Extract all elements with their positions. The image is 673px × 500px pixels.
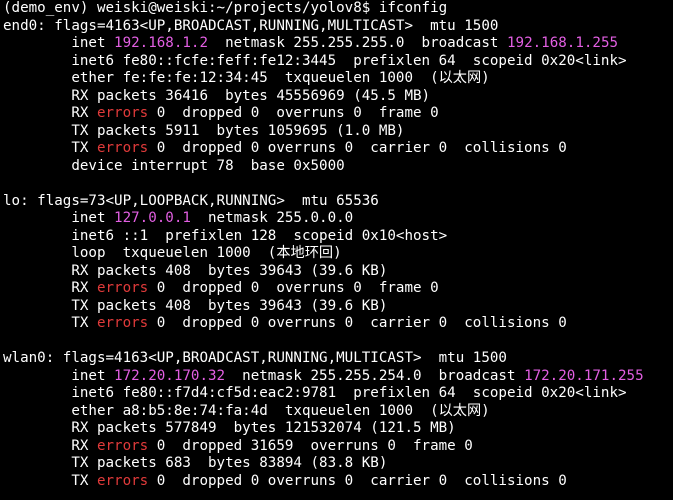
terminal-text: loop txqueuelen 1000 (本地环回)	[3, 245, 342, 261]
terminal-line: RX errors 0 dropped 0 overruns 0 frame 0	[3, 280, 673, 298]
terminal-text: netmask 255.255.254.0 broadcast	[225, 367, 525, 384]
ip-address-text: 172.20.170.32	[114, 367, 226, 384]
terminal-text: inet6 fe80::f7d4:cf5d:eac2:9781 prefixle…	[3, 385, 627, 401]
terminal-text: netmask 255.0.0.0	[190, 210, 354, 226]
terminal-text: (demo_env) weiski@weiski:~/projects/yolo…	[3, 0, 448, 16]
terminal-line: ether fe:fe:fe:12:34:45 txqueuelen 1000 …	[3, 70, 673, 88]
terminal-line: RX packets 36416 bytes 45556969 (45.5 MB…	[3, 88, 673, 106]
terminal-line: device interrupt 78 base 0x5000	[3, 158, 673, 176]
terminal-text: lo: flags=73<UP,LOOPBACK,RUNNING> mtu 65…	[3, 192, 379, 209]
terminal-text: TX packets 5911 bytes 1059695 (1.0 MB)	[3, 122, 405, 139]
terminal-text: inet6 ::1 prefixlen 128 scopeid 0x10<hos…	[3, 227, 448, 244]
terminal-output[interactable]: (demo_env) weiski@weiski:~/projects/yolo…	[0, 0, 673, 500]
errors-keyword-text: errors	[96, 105, 149, 121]
terminal-text: RX packets 577849 bytes 121532074 (121.5…	[3, 420, 456, 436]
terminal-text: wlan0: flags=4163<UP,BROADCAST,RUNNING,M…	[3, 350, 507, 366]
terminal-text: RX packets 408 bytes 39643 (39.6 KB)	[3, 262, 388, 279]
terminal-text: RX	[3, 105, 97, 121]
terminal-text: end0: flags=4163<UP,BROADCAST,RUNNING,MU…	[3, 17, 499, 34]
terminal-text: TX	[3, 140, 97, 156]
terminal-text: netmask 255.255.255.0 broadcast	[208, 35, 507, 51]
terminal-line: end0: flags=4163<UP,BROADCAST,RUNNING,MU…	[3, 18, 673, 36]
ip-address-text: 192.168.1.2	[114, 35, 209, 51]
terminal-text: 0 dropped 0 overruns 0 frame 0	[148, 105, 439, 121]
terminal-text: device interrupt 78 base 0x5000	[3, 157, 345, 174]
terminal-line: inet 172.20.170.32 netmask 255.255.254.0…	[3, 368, 673, 386]
terminal-text: 0 dropped 0 overruns 0 carrier 0 collisi…	[148, 472, 567, 489]
terminal-text: TX packets 408 bytes 39643 (39.6 KB)	[3, 297, 388, 314]
terminal-line: TX packets 5911 bytes 1059695 (1.0 MB)	[3, 123, 673, 141]
terminal-text: inet	[3, 367, 115, 384]
terminal-line: inet 192.168.1.2 netmask 255.255.255.0 b…	[3, 35, 673, 53]
terminal-line: (demo_env) weiski@weiski:~/projects/yolo…	[3, 0, 673, 18]
terminal-line: inet6 fe80::fcfe:feff:fe12:3445 prefixle…	[3, 53, 673, 71]
terminal-line: RX errors 0 dropped 31659 overruns 0 fra…	[3, 438, 673, 456]
terminal-text: inet	[3, 210, 115, 226]
terminal-text: 0 dropped 0 overruns 0 carrier 0 collisi…	[148, 140, 567, 156]
terminal-text: ether fe:fe:fe:12:34:45 txqueuelen 1000 …	[3, 70, 490, 86]
terminal-text: inet6 fe80::fcfe:feff:fe12:3445 prefixle…	[3, 52, 627, 69]
terminal-line: TX packets 683 bytes 83894 (83.8 KB)	[3, 455, 673, 473]
terminal-line: inet 127.0.0.1 netmask 255.0.0.0	[3, 210, 673, 228]
terminal-line: TX errors 0 dropped 0 overruns 0 carrier…	[3, 473, 673, 491]
terminal-text: TX packets 683 bytes 83894 (83.8 KB)	[3, 455, 388, 471]
ip-address-text: 127.0.0.1	[114, 210, 191, 226]
terminal-text: TX	[3, 472, 97, 489]
terminal-line: RX packets 408 bytes 39643 (39.6 KB)	[3, 263, 673, 281]
terminal-text: 0 dropped 0 overruns 0 frame 0	[148, 280, 439, 296]
terminal-line: TX packets 408 bytes 39643 (39.6 KB)	[3, 298, 673, 316]
ip-address-text: 192.168.1.255	[506, 35, 619, 51]
ip-address-text: 172.20.171.255	[524, 367, 644, 384]
errors-keyword-text: errors	[96, 280, 149, 296]
terminal-text: TX	[3, 315, 97, 331]
errors-keyword-text: errors	[96, 140, 149, 156]
errors-keyword-text: errors	[96, 437, 149, 454]
errors-keyword-text: errors	[96, 315, 149, 331]
terminal-line: inet6 fe80::f7d4:cf5d:eac2:9781 prefixle…	[3, 385, 673, 403]
terminal-text: RX	[3, 437, 97, 454]
terminal-line: TX errors 0 dropped 0 overruns 0 carrier…	[3, 140, 673, 158]
terminal-text: RX packets 36416 bytes 45556969 (45.5 MB…	[3, 87, 431, 104]
terminal-text: inet	[3, 35, 115, 51]
terminal-line: inet6 ::1 prefixlen 128 scopeid 0x10<hos…	[3, 228, 673, 246]
terminal-line: RX errors 0 dropped 0 overruns 0 frame 0	[3, 105, 673, 123]
terminal-line: ether a8:b5:8e:74:fa:4d txqueuelen 1000 …	[3, 403, 673, 421]
terminal-text: ether a8:b5:8e:74:fa:4d txqueuelen 1000 …	[3, 402, 490, 419]
terminal-line: loop txqueuelen 1000 (本地环回)	[3, 245, 673, 263]
terminal-line: wlan0: flags=4163<UP,BROADCAST,RUNNING,M…	[3, 350, 673, 368]
terminal-line: RX packets 577849 bytes 121532074 (121.5…	[3, 420, 673, 438]
terminal-line: TX errors 0 dropped 0 overruns 0 carrier…	[3, 315, 673, 333]
terminal-text: 0 dropped 0 overruns 0 carrier 0 collisi…	[148, 315, 567, 331]
errors-keyword-text: errors	[96, 472, 149, 489]
terminal-line: lo: flags=73<UP,LOOPBACK,RUNNING> mtu 65…	[3, 193, 673, 211]
terminal-text: 0 dropped 31659 overruns 0 frame 0	[148, 437, 473, 454]
terminal-text: RX	[3, 280, 97, 296]
